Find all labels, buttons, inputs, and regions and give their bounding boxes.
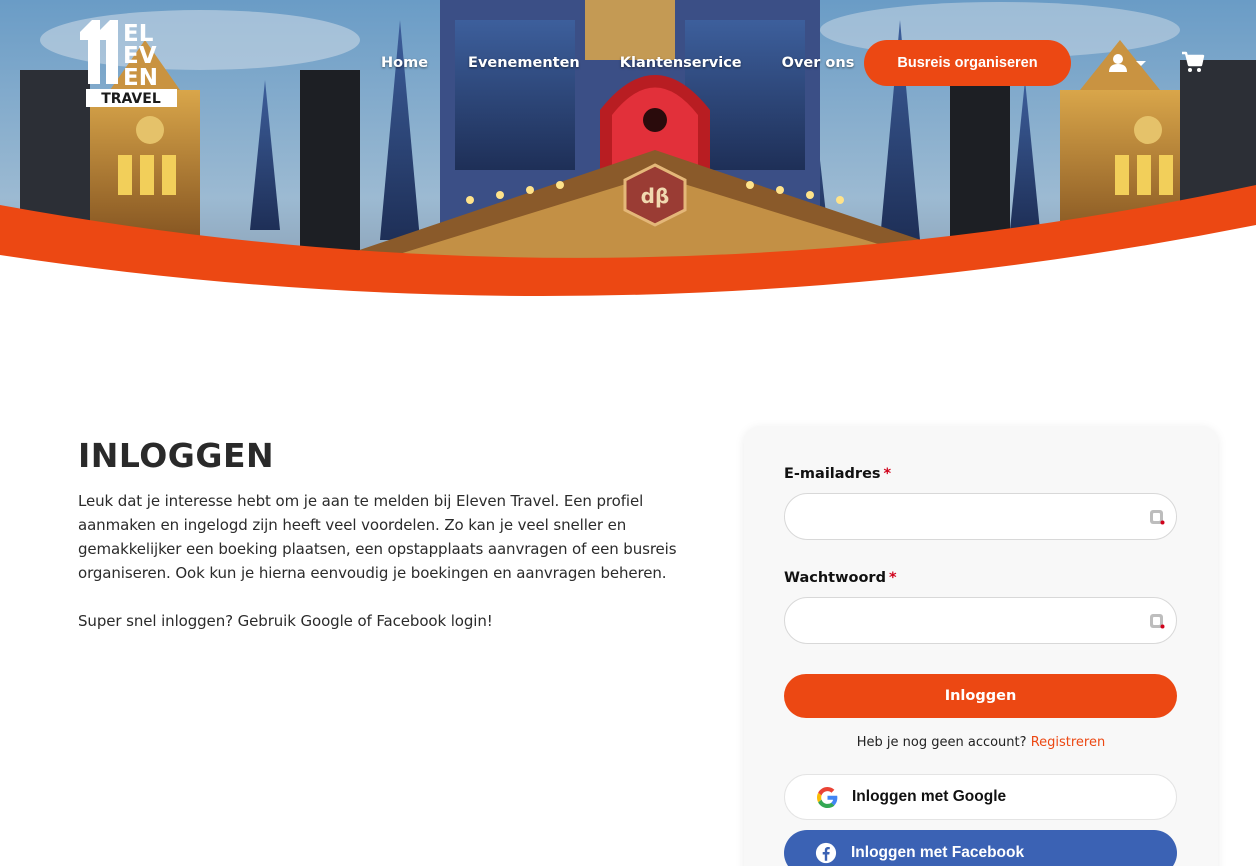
email-label-text: E-mailadres: [784, 466, 881, 482]
nav-over-ons[interactable]: Over ons: [782, 55, 855, 71]
login-intro: INLOGGEN Leuk dat je interesse hebt om j…: [78, 436, 678, 633]
main-nav: Home Evenementen Klantenservice Over ons: [360, 40, 894, 86]
password-field[interactable]: [785, 598, 1176, 643]
no-account-text: Heb je nog geen account?: [856, 735, 1027, 750]
register-prompt: Heb je nog geen account? Registreren: [744, 735, 1218, 750]
user-icon: [1109, 54, 1127, 72]
google-login-button[interactable]: Inloggen met Google: [784, 774, 1177, 820]
nav-klantenservice[interactable]: Klantenservice: [620, 55, 742, 71]
password-manager-icon[interactable]: [1148, 612, 1166, 630]
email-field[interactable]: [785, 494, 1176, 539]
facebook-button-label: Inloggen met Facebook: [851, 844, 1025, 861]
password-manager-icon[interactable]: [1148, 508, 1166, 526]
intro-social-hint: Super snel inloggen? Gebruik Google of F…: [78, 612, 493, 630]
caret-down-icon: [1136, 61, 1146, 66]
login-form-card: E-mailadres * Wachtwoord * Inloggen Heb je…: [744, 426, 1218, 866]
register-link[interactable]: Registreren: [1031, 735, 1106, 750]
svg-text:dβ: dβ: [641, 184, 670, 208]
user-menu[interactable]: [1108, 50, 1152, 76]
busreis-organiseren-button[interactable]: Busreis organiseren: [864, 40, 1071, 86]
page-title: INLOGGEN: [78, 436, 275, 475]
required-mark: *: [888, 570, 897, 586]
facebook-login-button[interactable]: Inloggen met Facebook: [784, 830, 1177, 866]
required-mark: *: [883, 466, 892, 482]
email-label: E-mailadres *: [784, 466, 891, 482]
logo-badge: TRAVEL: [101, 91, 161, 107]
email-field-wrapper: [784, 493, 1177, 540]
password-label: Wachtwoord *: [784, 570, 897, 586]
google-icon: [816, 786, 838, 808]
hero-banner: dβ EL EV EN TRAVEL Home Evenementen Klan…: [0, 0, 1256, 330]
password-field-wrapper: [784, 597, 1177, 644]
nav-home[interactable]: Home: [381, 55, 428, 71]
cart-icon[interactable]: [1181, 50, 1205, 74]
password-label-text: Wachtwoord: [784, 570, 886, 586]
intro-paragraph: Leuk dat je interesse hebt om je aan te …: [78, 492, 677, 582]
login-button[interactable]: Inloggen: [784, 674, 1177, 718]
eleven-travel-logo[interactable]: EL EV EN TRAVEL: [78, 18, 180, 108]
google-button-label: Inloggen met Google: [852, 788, 1007, 805]
facebook-icon: [815, 842, 837, 864]
logo-line-3: EN: [123, 65, 158, 91]
nav-evenementen[interactable]: Evenementen: [468, 55, 580, 71]
